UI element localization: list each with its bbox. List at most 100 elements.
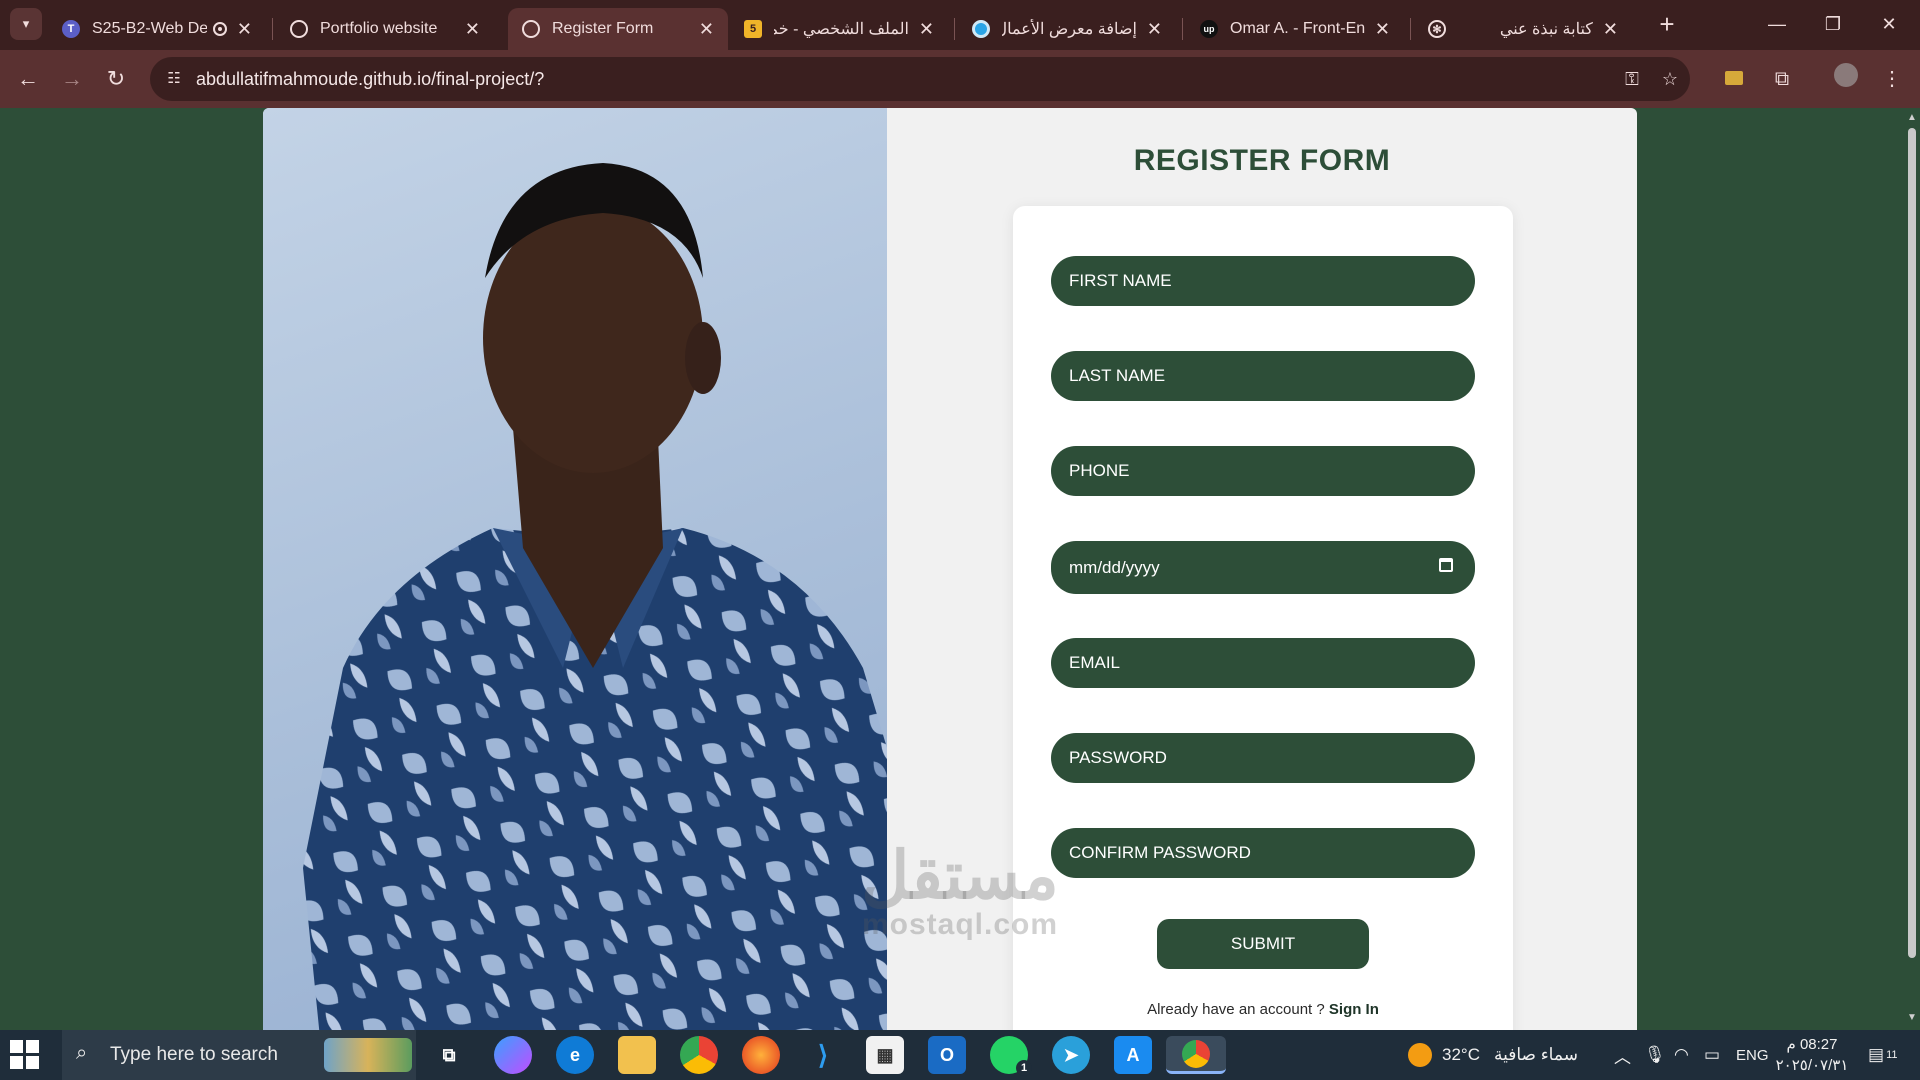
outlook-icon[interactable]: O [928, 1036, 966, 1074]
tab-teams[interactable]: T S25-B2-Web Des ✕ [48, 8, 266, 50]
input-placeholder: CONFIRM PASSWORD [1069, 843, 1251, 862]
chrome-running-icon[interactable] [1166, 1036, 1226, 1074]
url-text[interactable]: abdullatifmahmoude.github.io/final-proje… [196, 69, 544, 90]
tab-title: Register Form [552, 20, 654, 37]
form-title: REGISTER FORM [1133, 144, 1391, 177]
search-icon: ⌕ [76, 1042, 88, 1064]
notification-count: 11 [1886, 1049, 1898, 1061]
clock[interactable]: 08:27 م ٢٠٢٥/٠٧/٣١ [1772, 1034, 1852, 1076]
email-input[interactable]: EMAIL [1051, 638, 1475, 688]
tab-title: S25-B2-Web Des [92, 20, 207, 37]
taskbar-search[interactable]: ⌕ Type here to search [62, 1030, 416, 1080]
close-tab-icon[interactable]: ✕ [919, 19, 934, 40]
menu-icon[interactable]: ⋮ [1876, 63, 1908, 95]
tab-separator [272, 18, 273, 40]
app-store-icon[interactable]: A [1114, 1036, 1152, 1074]
close-tab-icon[interactable]: ✕ [465, 19, 480, 40]
input-placeholder: PHONE [1069, 461, 1130, 480]
search-placeholder: Type here to search [110, 1044, 278, 1065]
tab-title: Portfolio website [320, 20, 438, 37]
whatsapp-icon[interactable]: 1 [990, 1036, 1032, 1076]
sun-icon [1408, 1043, 1432, 1067]
extensions-puzzle-icon[interactable]: ⧉ [1766, 63, 1798, 95]
notification-center-icon[interactable]: ▤ 11 [1868, 1030, 1897, 1080]
tab-strip: ▾ T S25-B2-Web Des ✕ Portfolio website ✕… [0, 0, 1920, 50]
back-button[interactable]: ← [12, 63, 44, 95]
calendar-icon[interactable] [1439, 558, 1453, 572]
weather-widget[interactable]: 32°C سماء صافية [1408, 1030, 1578, 1080]
close-tab-icon[interactable]: ✕ [1603, 19, 1618, 40]
forward-button[interactable]: → [56, 63, 88, 95]
minimize-button[interactable]: — [1750, 8, 1804, 40]
windows-taskbar: ⌕ Type here to search ⧉ e ⟩ ▦ O 1 ➤ A 32… [0, 1030, 1920, 1080]
input-placeholder: EMAIL [1069, 653, 1121, 672]
edge-icon[interactable]: e [556, 1036, 594, 1074]
scroll-thumb[interactable] [1908, 128, 1916, 958]
input-placeholder: mm/dd/yyyy [1069, 557, 1160, 577]
browser-toolbar: ← → ↻ ☷ abdullatifmahmoude.github.io/fin… [0, 50, 1920, 108]
page-viewport: REGISTER FORM FIRST NAME LAST NAME PHONE… [0, 108, 1904, 1030]
profile-avatar[interactable] [1830, 63, 1862, 95]
recording-icon [212, 22, 227, 36]
confirm-password-input[interactable]: CONFIRM PASSWORD [1051, 828, 1475, 878]
wifi-icon[interactable]: ◠ [1674, 1030, 1689, 1080]
close-tab-icon[interactable]: ✕ [699, 19, 714, 40]
globe-icon [522, 20, 540, 38]
new-tab-button[interactable]: + [1652, 10, 1682, 40]
password-key-icon[interactable]: ⚿ [1620, 67, 1644, 91]
telegram-icon[interactable]: ➤ [1052, 1036, 1090, 1074]
tray-overflow-icon[interactable]: ︿ [1614, 1030, 1631, 1080]
close-window-button[interactable]: ✕ [1862, 8, 1916, 40]
phone-input[interactable]: PHONE [1051, 446, 1475, 496]
language-indicator[interactable]: ENG [1736, 1030, 1769, 1080]
restore-button[interactable]: ❐ [1806, 8, 1860, 40]
close-tab-icon[interactable]: ✕ [1147, 19, 1162, 40]
submit-button[interactable]: SUBMIT [1157, 919, 1369, 969]
battery-icon[interactable]: ▭ [1704, 1030, 1720, 1080]
tab-register-form[interactable]: Register Form ✕ [508, 8, 728, 50]
close-tab-icon[interactable]: ✕ [237, 19, 252, 40]
signin-link[interactable]: Sign In [1329, 1001, 1379, 1018]
tab-chatgpt[interactable]: ✻ كتابة نبذة عني ✕ [1414, 8, 1632, 50]
mostaql-watermark: مستقل mostaql.com [840, 840, 1080, 950]
store-icon[interactable]: ▦ [866, 1036, 904, 1074]
site-info-icon[interactable]: ☷ [162, 67, 186, 91]
tab-upwork[interactable]: up Omar A. - Front-End ✕ [1186, 8, 1404, 50]
start-button[interactable] [10, 1040, 40, 1070]
upwork-icon: up [1200, 20, 1218, 38]
tab-mostaql[interactable]: إضافة معرض الأعمال ✕ [958, 8, 1176, 50]
hero-photo [263, 108, 887, 1030]
page-scrollbar[interactable]: ▲ ▼ [1904, 108, 1920, 1030]
chatgpt-icon: ✻ [1428, 20, 1446, 38]
reload-button[interactable]: ↻ [100, 63, 132, 95]
globe-icon [290, 20, 308, 38]
tab-search-button[interactable]: ▾ [10, 8, 42, 40]
last-name-input[interactable]: LAST NAME [1051, 351, 1475, 401]
input-placeholder: PASSWORD [1069, 748, 1167, 767]
firefox-icon[interactable] [742, 1036, 780, 1074]
close-tab-icon[interactable]: ✕ [1375, 19, 1390, 40]
tab-khamsat[interactable]: 5 الملف الشخصي - خمس ✕ [730, 8, 948, 50]
vscode-icon[interactable]: ⟩ [804, 1036, 842, 1074]
tab-portfolio[interactable]: Portfolio website ✕ [276, 8, 494, 50]
weather-description: سماء صافية [1493, 1045, 1578, 1064]
password-input[interactable]: PASSWORD [1051, 733, 1475, 783]
extension-icon[interactable] [1718, 63, 1750, 95]
bookmark-star-icon[interactable]: ☆ [1658, 67, 1682, 91]
weather-temp: 32°C [1442, 1045, 1480, 1064]
model-illustration [303, 163, 887, 1030]
address-bar[interactable]: ☷ abdullatifmahmoude.github.io/final-pro… [150, 57, 1690, 101]
tab-separator [954, 18, 955, 40]
scroll-down-arrow[interactable]: ▼ [1906, 1012, 1918, 1024]
scroll-up-arrow[interactable]: ▲ [1906, 112, 1918, 124]
chrome-icon[interactable] [680, 1036, 718, 1074]
file-explorer-icon[interactable] [618, 1036, 656, 1074]
first-name-input[interactable]: FIRST NAME [1051, 256, 1475, 306]
task-view-icon[interactable]: ⧉ [430, 1036, 468, 1074]
watermark-arabic: مستقل [861, 838, 1059, 912]
khamsat-icon: 5 [744, 20, 762, 38]
birthdate-input[interactable]: mm/dd/yyyy [1051, 541, 1475, 594]
microphone-icon[interactable]: 🎙︎ [1644, 1030, 1666, 1080]
clock-time: 08:27 م [1786, 1036, 1838, 1053]
copilot-icon[interactable] [494, 1036, 532, 1074]
